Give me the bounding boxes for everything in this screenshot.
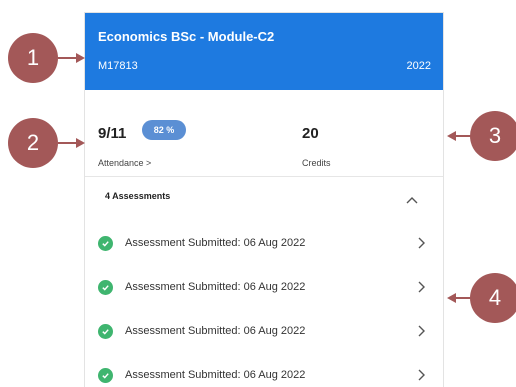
check-circle-icon bbox=[98, 236, 113, 251]
check-circle-icon bbox=[98, 280, 113, 295]
chevron-right-icon[interactable] bbox=[415, 236, 427, 250]
module-code: M17813 bbox=[98, 60, 138, 72]
arrow-right-icon bbox=[58, 53, 85, 63]
assessments-title: 4 Assessments bbox=[105, 191, 171, 201]
chevron-right-icon[interactable] bbox=[415, 324, 427, 338]
module-card: Economics BSc - Module-C2 M17813 2022 9/… bbox=[84, 12, 444, 387]
credits-label: Credits bbox=[302, 158, 331, 168]
credits-value: 20 bbox=[302, 125, 319, 142]
assessment-label: Assessment Submitted: 06 Aug 2022 bbox=[125, 237, 306, 249]
assessment-row[interactable]: Assessment Submitted: 06 Aug 2022 bbox=[85, 353, 443, 387]
callout-number: 1 bbox=[8, 33, 58, 83]
callout-number: 2 bbox=[8, 118, 58, 168]
assessment-row[interactable]: Assessment Submitted: 06 Aug 2022 bbox=[85, 265, 443, 309]
arrow-right-icon bbox=[58, 138, 85, 148]
chevron-right-icon[interactable] bbox=[415, 280, 427, 294]
assessment-row[interactable]: Assessment Submitted: 06 Aug 2022 bbox=[85, 309, 443, 353]
assessment-label: Assessment Submitted: 06 Aug 2022 bbox=[125, 325, 306, 337]
chevron-up-icon[interactable] bbox=[405, 193, 419, 207]
attendance-value: 9/11 bbox=[98, 125, 127, 142]
module-year: 2022 bbox=[406, 60, 431, 72]
attendance-link[interactable]: Attendance > bbox=[98, 158, 151, 168]
arrow-left-icon bbox=[447, 293, 472, 303]
assessment-row[interactable]: Assessment Submitted: 06 Aug 2022 bbox=[85, 221, 443, 265]
check-circle-icon bbox=[98, 368, 113, 383]
arrow-left-icon bbox=[447, 131, 472, 141]
assessment-label: Assessment Submitted: 06 Aug 2022 bbox=[125, 369, 306, 381]
callout-number: 4 bbox=[470, 273, 516, 323]
callout-number: 3 bbox=[470, 111, 516, 161]
assessments-header: 4 Assessments bbox=[85, 177, 443, 221]
chevron-right-icon[interactable] bbox=[415, 368, 427, 382]
module-header[interactable]: Economics BSc - Module-C2 M17813 2022 bbox=[85, 13, 443, 90]
check-circle-icon bbox=[98, 324, 113, 339]
assessment-label: Assessment Submitted: 06 Aug 2022 bbox=[125, 281, 306, 293]
module-title: Economics BSc - Module-C2 bbox=[98, 29, 275, 44]
attendance-badge: 82 % bbox=[142, 120, 186, 140]
stats-section: 9/11 82 % Attendance > 20 Credits bbox=[85, 90, 443, 177]
